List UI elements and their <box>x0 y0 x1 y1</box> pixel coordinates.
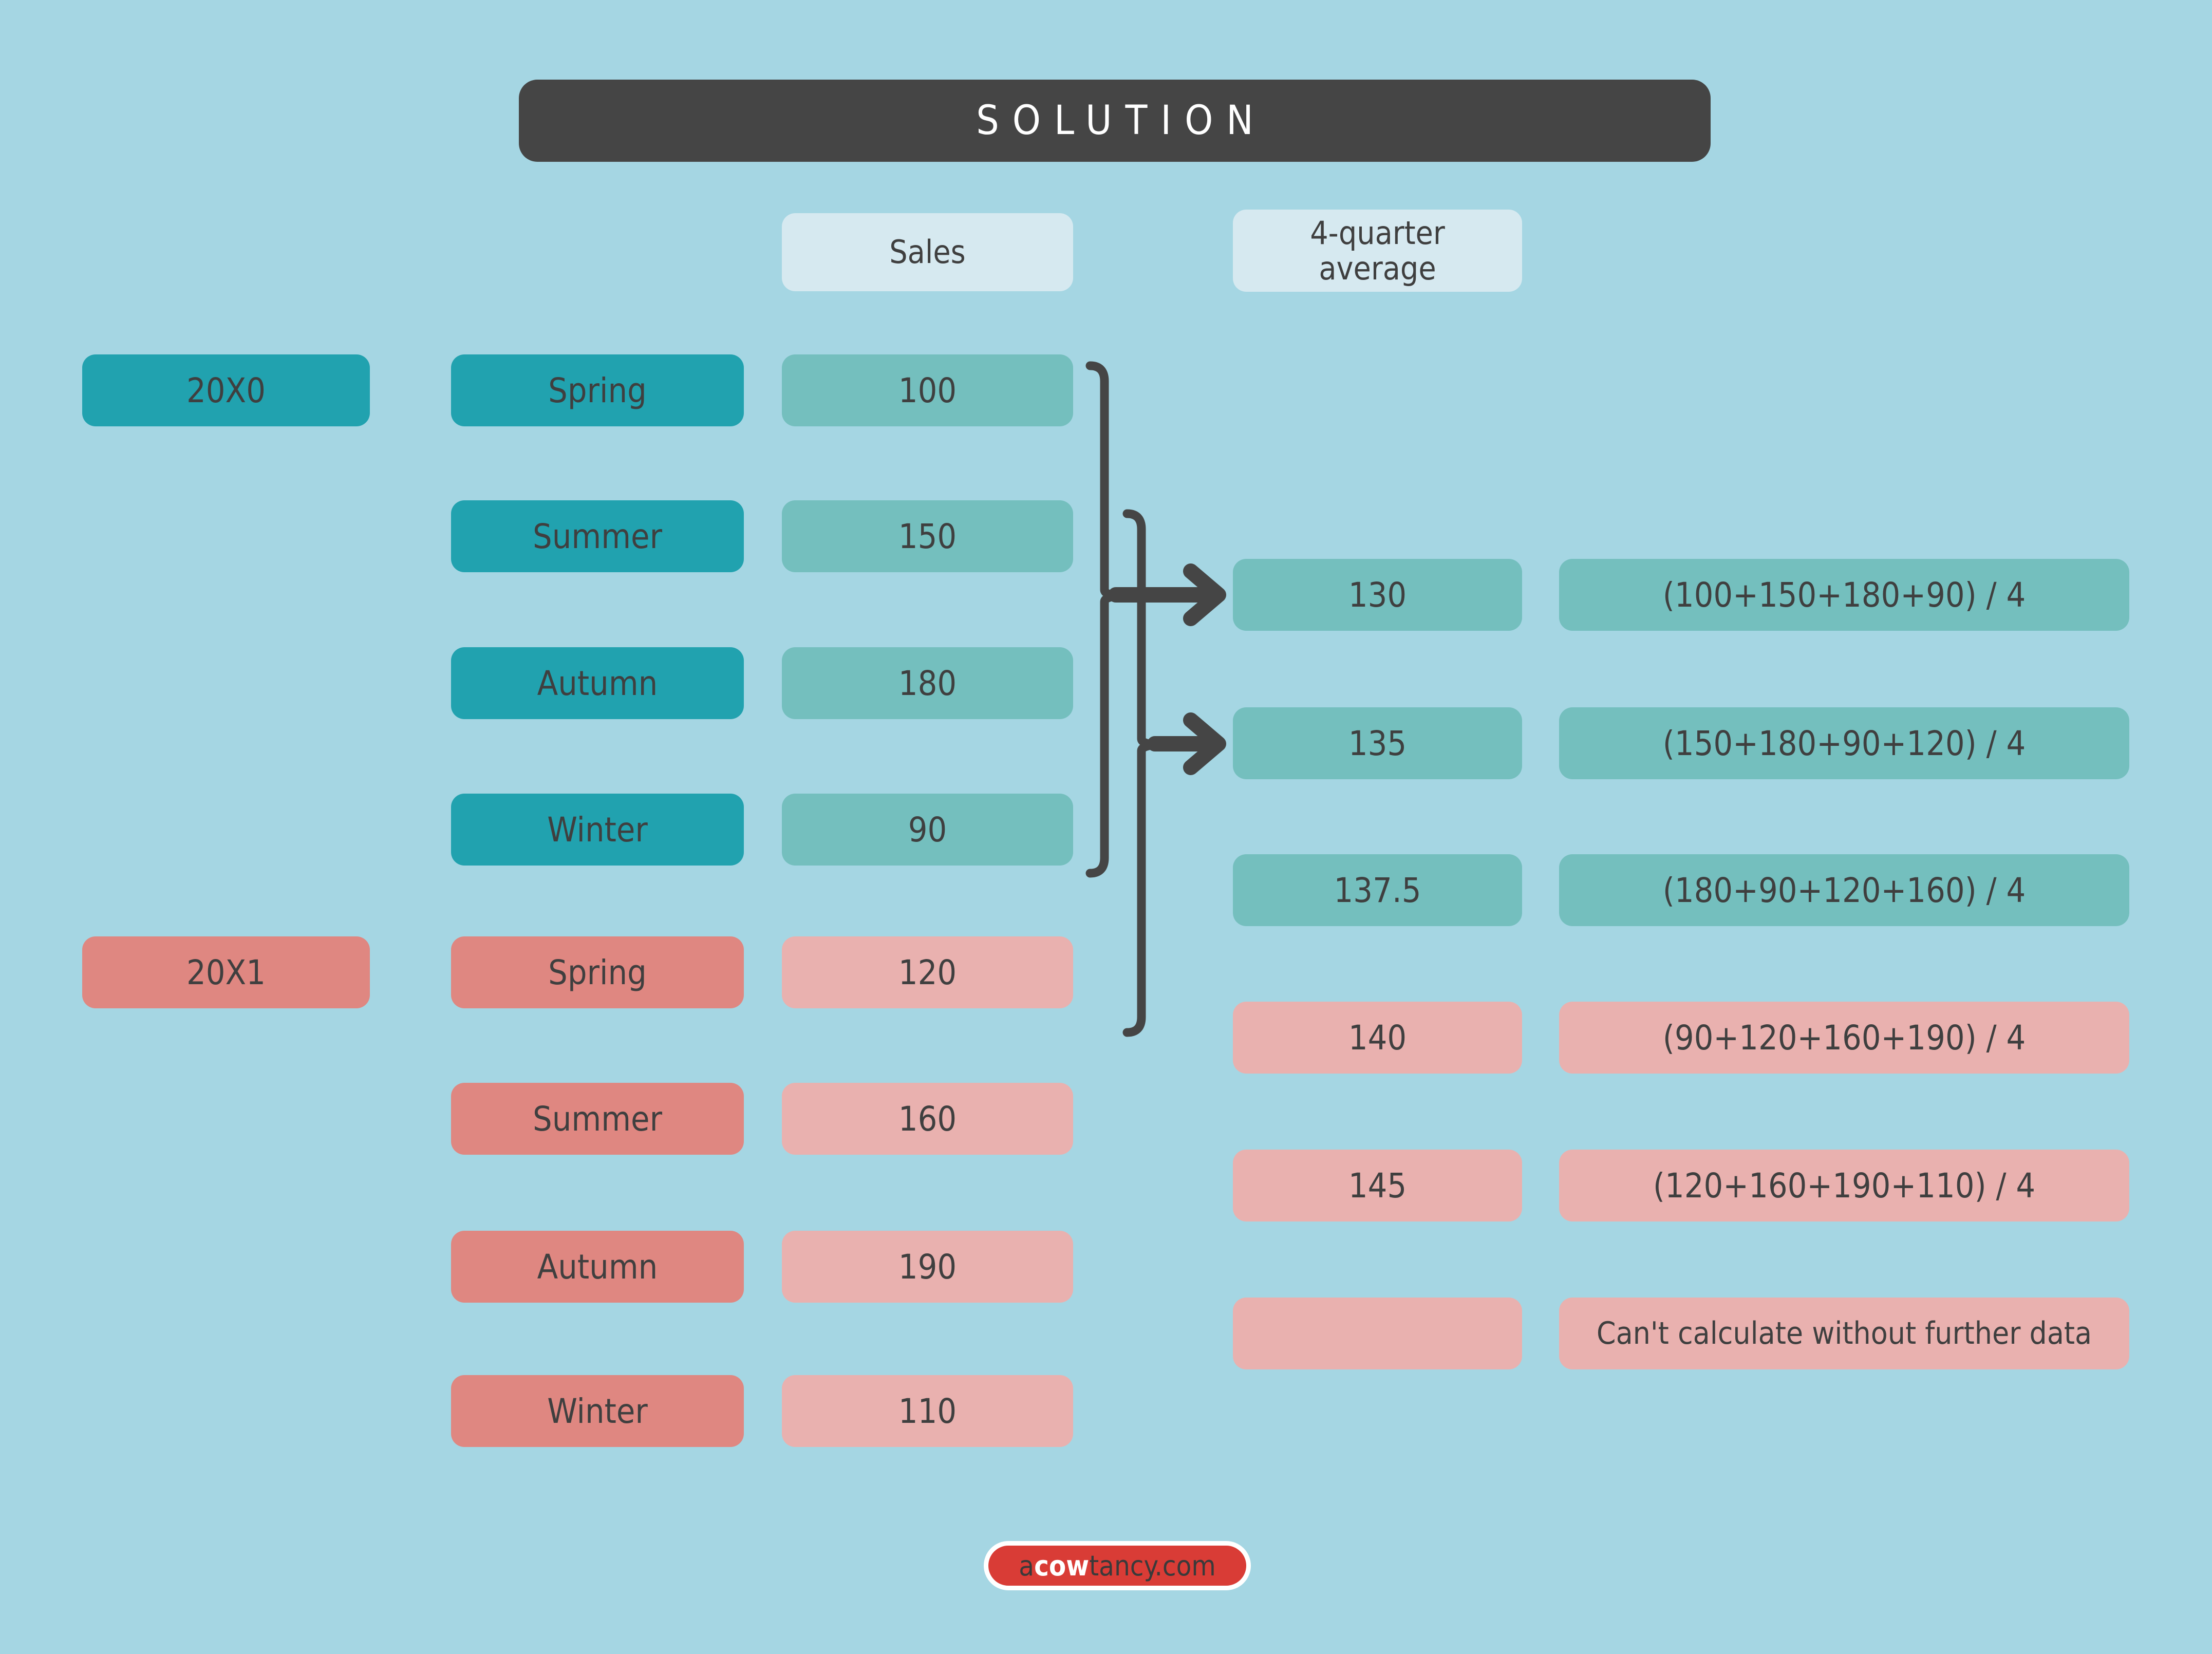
acowtancy-logo[interactable]: a cow tancy.com <box>984 1541 1251 1590</box>
calculation-text: (90+120+160+190) / 4 <box>1662 1018 2026 1058</box>
average-value: 135 <box>1348 723 1407 763</box>
year-label-20x0-text: 20X0 <box>186 370 266 410</box>
season-cell-20x1-summer: Summer <box>451 1083 744 1155</box>
calculation-text: (150+180+90+120) / 4 <box>1662 723 2026 763</box>
season-label: Winter <box>547 810 648 850</box>
sales-cell-20x0-autumn: 180 <box>782 647 1073 719</box>
calculation-cell-1: (100+150+180+90) / 4 <box>1559 559 2129 631</box>
average-value: 137.5 <box>1334 870 1421 910</box>
sales-value: 120 <box>898 952 957 992</box>
bracket-group-2 <box>1122 509 1160 1037</box>
season-label: Autumn <box>537 1247 658 1287</box>
average-value: 140 <box>1348 1018 1407 1058</box>
season-cell-20x0-summer: Summer <box>451 500 744 572</box>
slide-canvas: SOLUTION Sales 4-quarter average 20X0 20… <box>0 0 2212 1654</box>
calculation-cell-3: (180+90+120+160) / 4 <box>1559 854 2129 926</box>
season-cell-20x1-spring: Spring <box>451 936 744 1008</box>
logo-part-rest: tancy.com <box>1089 1549 1216 1582</box>
logo-part-a: a <box>1019 1549 1035 1582</box>
year-label-20x1-text: 20X1 <box>186 952 266 992</box>
average-cell-5: 145 <box>1233 1150 1522 1221</box>
calculation-text: (120+160+190+110) / 4 <box>1653 1166 2036 1206</box>
average-value: 145 <box>1348 1166 1407 1206</box>
calculation-cell-4: (90+120+160+190) / 4 <box>1559 1002 2129 1074</box>
season-label: Autumn <box>537 663 658 703</box>
sales-cell-20x0-winter: 90 <box>782 794 1073 866</box>
sales-value: 150 <box>898 516 957 556</box>
sales-cell-20x1-winter: 110 <box>782 1375 1073 1447</box>
season-label: Summer <box>533 1099 662 1139</box>
sales-value: 100 <box>898 370 957 410</box>
column-header-quarter-average-label: 4-quarter average <box>1310 214 1445 287</box>
column-header-quarter-average: 4-quarter average <box>1233 210 1522 292</box>
season-cell-20x0-spring: Spring <box>451 354 744 426</box>
calculation-cell-6: Can't calculate without further data <box>1559 1298 2129 1369</box>
calculation-cell-5: (120+160+190+110) / 4 <box>1559 1150 2129 1221</box>
season-cell-20x0-winter: Winter <box>451 794 744 866</box>
season-label: Winter <box>547 1391 648 1431</box>
calculation-text: (100+150+180+90) / 4 <box>1662 575 2026 615</box>
page-title: SOLUTION <box>976 98 1267 144</box>
average-value: 130 <box>1348 575 1407 615</box>
year-label-20x0: 20X0 <box>82 354 370 426</box>
sales-cell-20x1-summer: 160 <box>782 1083 1073 1155</box>
average-cell-1: 130 <box>1233 559 1522 631</box>
season-label: Spring <box>548 952 647 992</box>
arrow-to-average-2 <box>1147 712 1226 775</box>
calculation-text: Can't calculate without further data <box>1596 1315 2092 1351</box>
bracket-group-1 <box>1085 361 1123 878</box>
season-label: Summer <box>533 516 662 556</box>
average-cell-4: 140 <box>1233 1002 1522 1074</box>
season-cell-20x1-winter: Winter <box>451 1375 744 1447</box>
season-cell-20x1-autumn: Autumn <box>451 1231 744 1303</box>
season-label: Spring <box>548 370 647 410</box>
sales-value: 190 <box>898 1247 957 1287</box>
sales-cell-20x0-summer: 150 <box>782 500 1073 572</box>
season-cell-20x0-autumn: Autumn <box>451 647 744 719</box>
average-cell-2: 135 <box>1233 707 1522 779</box>
arrow-to-average-1 <box>1108 563 1226 626</box>
sales-cell-20x1-spring: 120 <box>782 936 1073 1008</box>
column-header-sales: Sales <box>782 213 1073 291</box>
logo-part-cow: cow <box>1034 1549 1090 1582</box>
column-header-sales-label: Sales <box>889 233 966 271</box>
average-cell-6-empty <box>1233 1298 1522 1369</box>
sales-value: 90 <box>908 810 947 850</box>
sales-cell-20x1-autumn: 190 <box>782 1231 1073 1303</box>
calculation-text: (180+90+120+160) / 4 <box>1662 870 2026 910</box>
average-cell-3: 137.5 <box>1233 854 1522 926</box>
sales-value: 160 <box>898 1099 957 1139</box>
calculation-cell-2: (150+180+90+120) / 4 <box>1559 707 2129 779</box>
sales-cell-20x0-spring: 100 <box>782 354 1073 426</box>
title-banner: SOLUTION <box>519 80 1711 162</box>
sales-value: 180 <box>898 663 957 703</box>
sales-value: 110 <box>898 1391 957 1431</box>
year-label-20x1: 20X1 <box>82 936 370 1008</box>
connector-layer <box>1085 361 1226 1037</box>
